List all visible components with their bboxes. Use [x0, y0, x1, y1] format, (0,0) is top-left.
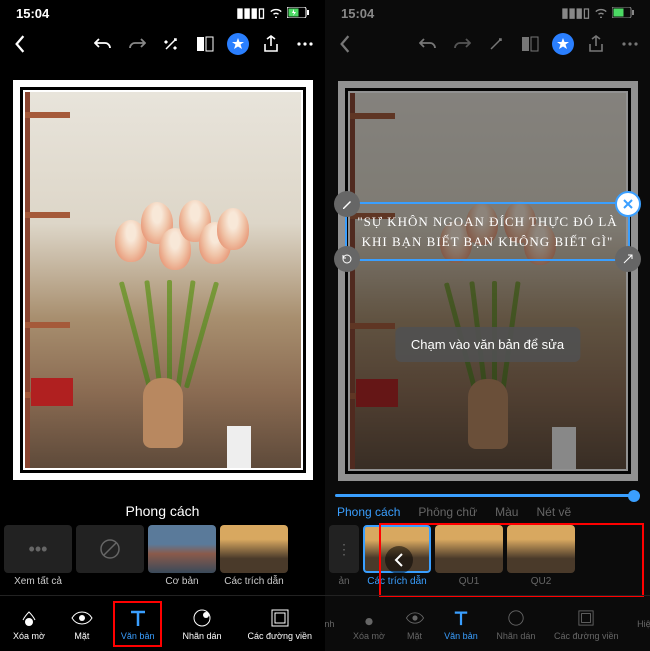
style-thumb: [148, 525, 216, 573]
style-thumb: [220, 525, 288, 573]
back-button[interactable]: [333, 32, 357, 56]
section-title: Phong cách: [0, 497, 325, 525]
nav-blur[interactable]: Xóa mờ: [7, 603, 51, 645]
tab-color[interactable]: Màu: [495, 505, 518, 519]
canvas[interactable]: [0, 62, 325, 497]
bottom-nav: Xóa mờ Mặt Văn bản Nhãn dán Các đường vi…: [0, 595, 325, 651]
status-time: 15:04: [16, 6, 49, 21]
compare-icon[interactable]: [518, 32, 542, 56]
style-quotes[interactable]: Các trích dẫn: [220, 525, 288, 595]
photo-frame: [13, 80, 313, 480]
style-more[interactable]: ⋮ ản: [329, 525, 359, 595]
nav-partial[interactable]: nh: [318, 615, 340, 633]
status-bar: 15:04 ▮▮▮▯: [0, 0, 325, 26]
screen-right: 15:04 ▮▮▮▯: [325, 0, 650, 651]
favorite-button[interactable]: [227, 33, 249, 55]
magic-icon[interactable]: [484, 32, 508, 56]
style-carousel[interactable]: ⋮ ản Các trích dẫn QU1 QU2: [325, 525, 650, 595]
tab-style[interactable]: Phong cách: [337, 505, 400, 519]
more-icon: •••: [4, 525, 72, 573]
style-thumb: [435, 525, 503, 573]
rotate-handle-icon[interactable]: [334, 246, 360, 272]
nav-text[interactable]: Văn bản: [438, 603, 484, 645]
style-carousel[interactable]: ••• Xem tất cả Cơ bản Các trích dẫn: [0, 525, 325, 595]
top-toolbar: [0, 26, 325, 62]
style-see-all[interactable]: ••• Xem tất cả: [4, 525, 72, 595]
magic-icon[interactable]: [159, 32, 183, 56]
nav-border[interactable]: Các đường viền: [548, 603, 624, 645]
photo: [25, 92, 301, 468]
tab-stroke[interactable]: Nét vẽ: [536, 505, 571, 519]
nav-blur[interactable]: Xóa mờ: [347, 603, 391, 645]
nav-sticker[interactable]: Nhãn dán: [490, 603, 541, 645]
blur-icon: [358, 607, 380, 629]
share-icon[interactable]: [584, 32, 608, 56]
photo-frame: [338, 81, 638, 481]
edit-tooltip: Chạm vào văn bản để sửa: [395, 327, 580, 362]
more-icon[interactable]: [618, 32, 642, 56]
status-indicators: ▮▮▮▯: [236, 5, 309, 21]
style-qu2[interactable]: QU2: [507, 525, 575, 595]
canvas[interactable]: "SỰ KHÔN NGOAN ĐÍCH THỰC ĐÓ LÀ KHI BẠN B…: [325, 62, 650, 499]
more-icon: ⋮: [329, 525, 359, 573]
wifi-icon: [594, 6, 608, 21]
eye-icon: [404, 607, 426, 629]
redo-icon[interactable]: [450, 32, 474, 56]
top-toolbar: [325, 26, 650, 62]
photo: [350, 93, 626, 469]
status-bar: 15:04 ▮▮▮▯: [325, 0, 650, 26]
border-icon: [575, 607, 597, 629]
battery-icon: [287, 6, 309, 21]
redo-icon[interactable]: [125, 32, 149, 56]
battery-icon: [612, 6, 634, 21]
slider[interactable]: [335, 494, 640, 497]
bottom-nav: nh Xóa mờ Mặt Văn bản Nhãn dán Các đường…: [325, 595, 650, 651]
style-none[interactable]: [76, 525, 144, 595]
text-overlay[interactable]: "SỰ KHÔN NGOAN ĐÍCH THỰC ĐÓ LÀ KHI BẠN B…: [345, 202, 630, 261]
quote-text[interactable]: "SỰ KHÔN NGOAN ĐÍCH THỰC ĐÓ LÀ KHI BẠN B…: [355, 212, 620, 251]
compare-icon[interactable]: [193, 32, 217, 56]
edit-handle-icon[interactable]: [334, 191, 360, 217]
text-tabs: Phong cách Phông chữ Màu Nét vẽ: [325, 499, 650, 525]
nav-face[interactable]: Mặt: [65, 603, 99, 645]
undo-icon[interactable]: [91, 32, 115, 56]
none-icon: [76, 525, 144, 573]
tab-font[interactable]: Phông chữ: [418, 505, 477, 519]
share-icon[interactable]: [259, 32, 283, 56]
undo-icon[interactable]: [416, 32, 440, 56]
screen-left: 15:04 ▮▮▮▯: [0, 0, 325, 651]
signal-icon: ▮▮▮▯: [561, 5, 590, 21]
text-icon: [450, 607, 472, 629]
blur-icon: [18, 607, 40, 629]
style-basic[interactable]: Cơ bản: [148, 525, 216, 595]
style-qu1[interactable]: QU1: [435, 525, 503, 595]
eye-icon: [71, 607, 93, 629]
wifi-icon: [269, 6, 283, 21]
nav-face[interactable]: Mặt: [398, 603, 432, 645]
close-handle-icon[interactable]: [615, 191, 641, 217]
nav-sticker[interactable]: Nhãn dán: [176, 603, 227, 645]
favorite-button[interactable]: [552, 33, 574, 55]
nav-text[interactable]: Văn bản: [113, 601, 163, 647]
signal-icon: ▮▮▮▯: [236, 5, 265, 21]
status-time: 15:04: [341, 6, 374, 21]
resize-handle-icon[interactable]: [615, 246, 641, 272]
back-button[interactable]: [8, 32, 32, 56]
border-icon: [269, 607, 291, 629]
more-icon[interactable]: [293, 32, 317, 56]
nav-partial-right[interactable]: Hiệ: [631, 615, 650, 633]
sticker-icon: [191, 607, 213, 629]
sticker-icon: [505, 607, 527, 629]
status-indicators: ▮▮▮▯: [561, 5, 634, 21]
text-icon: [127, 607, 149, 629]
style-thumb: [507, 525, 575, 573]
carousel-back-icon[interactable]: [385, 546, 413, 574]
nav-border[interactable]: Các đường viền: [242, 603, 318, 645]
